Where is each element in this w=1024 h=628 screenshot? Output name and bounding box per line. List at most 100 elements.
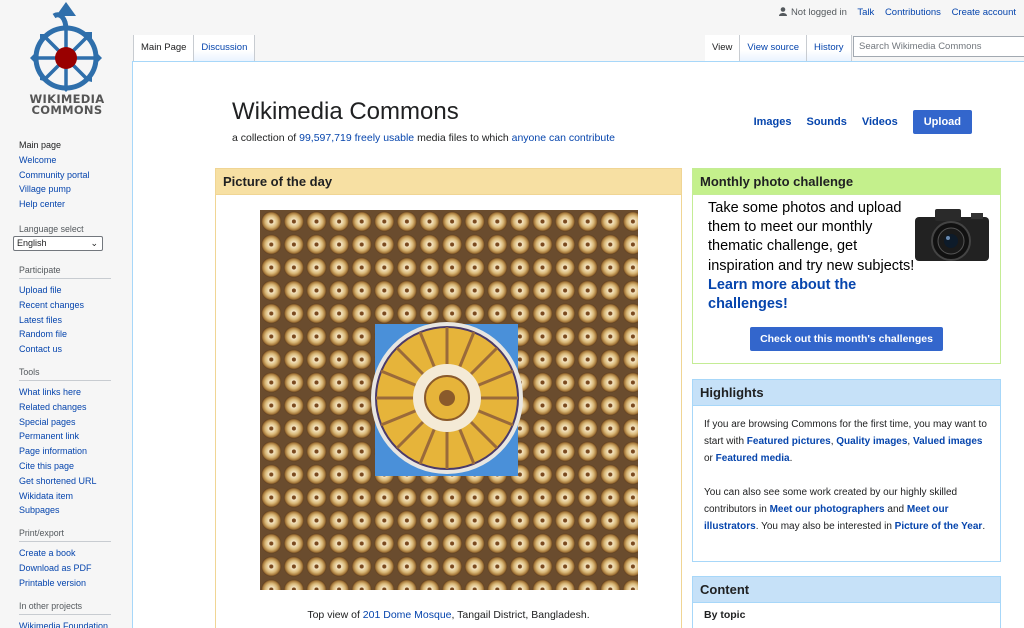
sidebar-item-related-changes[interactable]: Related changes [19, 400, 132, 415]
sidebar-item-community-portal[interactable]: Community portal [19, 168, 132, 183]
sidebar-language: Language select English ⌄ [13, 224, 132, 251]
check-out-challenges-button[interactable]: Check out this month's challenges [750, 327, 943, 351]
upload-button[interactable]: Upload [912, 110, 972, 134]
hl-period-2: . [982, 521, 986, 532]
subtitle-mid: media files to which [414, 132, 512, 144]
main-content: Wikimedia Commons a collection of 99,597… [132, 61, 1024, 628]
content-box: Content By topic [692, 576, 1001, 628]
challenge-description: Take some photos and upload them to meet… [708, 200, 915, 274]
tab-discussion[interactable]: Discussion [194, 35, 256, 61]
sidebar-other-projects: In other projects Wikimedia Foundation [19, 601, 132, 628]
personal-tools: Not logged in Talk Contributions Create … [778, 7, 1024, 18]
sidebar-item-get-shortened-url[interactable]: Get shortened URL [19, 474, 132, 489]
videos-link[interactable]: Videos [862, 116, 898, 128]
hl-or: or [704, 453, 716, 464]
picture-of-the-year-link[interactable]: Picture of the Year [895, 521, 983, 532]
language-select-heading: Language select [19, 223, 84, 234]
potd-image[interactable] [260, 210, 638, 590]
highlights-box: Highlights If you are browsing Commons f… [692, 379, 1001, 562]
sidebar-item-subpages[interactable]: Subpages [19, 503, 132, 518]
challenge-text: Take some photos and upload them to meet… [708, 199, 918, 314]
images-link[interactable]: Images [754, 116, 792, 128]
contributions-link[interactable]: Contributions [885, 7, 941, 18]
sidebar-item-recent-changes[interactable]: Recent changes [19, 298, 132, 313]
sidebar-item-what-links-here[interactable]: What links here [19, 385, 132, 400]
sidebar-item-cite-this-page[interactable]: Cite this page [19, 459, 132, 474]
featured-pictures-link[interactable]: Featured pictures [747, 436, 831, 447]
namespace-tabs: Main Page Discussion [133, 35, 256, 61]
sidebar-item-random-file[interactable]: Random file [19, 327, 132, 342]
sidebar-item-printable-version[interactable]: Printable version [19, 576, 132, 591]
create-account-link[interactable]: Create account [952, 7, 1016, 18]
hl-p2-text-b: . You may also be interested in [755, 521, 895, 532]
user-icon [778, 7, 787, 16]
subtitle-prefix: a collection of [232, 132, 300, 144]
highlights-heading: Highlights [693, 380, 1000, 406]
meet-photographers-link[interactable]: Meet our photographers [770, 504, 885, 515]
hl-period: . [789, 453, 793, 464]
caption-suffix: , Tangail District, Bangladesh. [451, 609, 590, 621]
hl-and: and [884, 504, 907, 515]
sidebar-print-export: Print/export Create a book Download as P… [19, 528, 132, 590]
tab-view-source[interactable]: View source [740, 35, 807, 61]
talk-link[interactable]: Talk [857, 7, 874, 18]
sidebar-item-upload-file[interactable]: Upload file [19, 283, 132, 298]
picture-of-the-day-box: Picture of the day Top view of 201 Dome … [215, 168, 682, 628]
not-logged-in-label: Not logged in [790, 7, 847, 18]
challenge-heading: Monthly photo challenge [693, 169, 1000, 195]
tab-view[interactable]: View [705, 35, 741, 61]
content-heading: Content [693, 577, 1000, 603]
sidebar-item-main-page[interactable]: Main page [19, 138, 132, 153]
search-input[interactable]: Search Wikimedia Commons [853, 36, 1024, 57]
logo-wordmark: WIKIMEDIA COMMONS [22, 93, 112, 117]
quality-images-link[interactable]: Quality images [836, 436, 907, 447]
language-select[interactable]: English ⌄ [13, 235, 103, 251]
featured-media-link[interactable]: Featured media [716, 453, 790, 464]
chevron-down-icon: ⌄ [90, 237, 98, 248]
other-projects-heading: In other projects [19, 601, 111, 615]
wikimedia-commons-logo[interactable]: WIKIMEDIA COMMONS [22, 2, 112, 120]
caption-mosque-link[interactable]: 201 Dome Mosque [363, 609, 452, 621]
page-title: Wikimedia Commons [232, 98, 459, 125]
valued-images-link[interactable]: Valued images [913, 436, 982, 447]
sidebar-item-permanent-link[interactable]: Permanent link [19, 429, 132, 444]
tab-main-page[interactable]: Main Page [133, 35, 195, 61]
sidebar-item-special-pages[interactable]: Special pages [19, 415, 132, 430]
caption-prefix: Top view of [307, 609, 363, 621]
media-links: Images Sounds Videos Upload [754, 110, 972, 134]
sidebar-tools: Tools What links here Related changes Sp… [19, 367, 132, 518]
potd-heading: Picture of the day [216, 169, 681, 195]
not-logged-in-status: Not logged in [778, 7, 847, 18]
sidebar-item-help-center[interactable]: Help center [19, 197, 132, 212]
sidebar-item-welcome[interactable]: Welcome [19, 153, 132, 168]
sidebar-item-wikidata-item[interactable]: Wikidata item [19, 489, 132, 504]
tab-history[interactable]: History [807, 35, 852, 61]
sidebar-item-page-information[interactable]: Page information [19, 444, 132, 459]
page-subtitle: a collection of 99,597,719 freely usable… [232, 132, 615, 144]
view-tabs: View View source History [705, 35, 852, 61]
sidebar-item-contact-us[interactable]: Contact us [19, 342, 132, 357]
tools-heading: Tools [19, 367, 111, 381]
sidebar-item-download-as-pdf[interactable]: Download as PDF [19, 561, 132, 576]
sounds-link[interactable]: Sounds [807, 116, 847, 128]
potd-caption: Top view of 201 Dome Mosque, Tangail Dis… [216, 609, 681, 621]
sidebar-navigation: Main page Welcome Community portal Villa… [19, 138, 132, 212]
freely-usable-link[interactable]: freely usable [355, 132, 415, 144]
sidebar-item-create-a-book[interactable]: Create a book [19, 546, 132, 561]
language-select-value: English [17, 237, 47, 248]
camera-icon [915, 209, 989, 261]
monthly-challenge-box: Monthly photo challenge Take some photos… [692, 168, 1001, 364]
by-topic-heading: By topic [704, 609, 746, 621]
sidebar-item-village-pump[interactable]: Village pump [19, 182, 132, 197]
sidebar-item-latest-files[interactable]: Latest files [19, 313, 132, 328]
participate-heading: Participate [19, 265, 111, 279]
commons-logo-icon [30, 2, 102, 92]
file-count-link[interactable]: 99,597,719 [299, 132, 352, 144]
sidebar-participate: Participate Upload file Recent changes L… [19, 265, 132, 357]
sidebar-item-wikimedia-foundation[interactable]: Wikimedia Foundation [19, 619, 132, 628]
learn-more-challenges-link[interactable]: Learn more about the challenges! [708, 277, 856, 312]
logo-line-2: COMMONS [31, 103, 103, 117]
highlights-paragraph-2: You can also see some work created by ou… [704, 484, 990, 535]
anyone-contribute-link[interactable]: anyone can contribute [512, 132, 615, 144]
print-export-heading: Print/export [19, 528, 111, 543]
